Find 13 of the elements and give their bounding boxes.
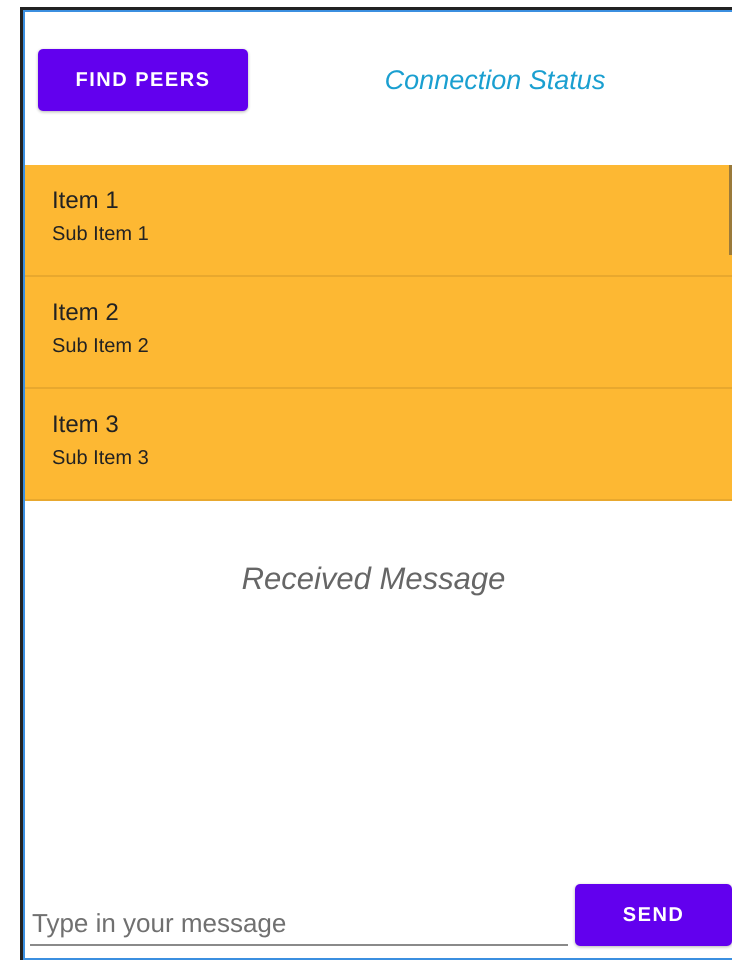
peer-title: Item 1 xyxy=(52,187,120,215)
peer-title: Item 3 xyxy=(52,411,120,439)
received-message: Received Message xyxy=(242,561,506,597)
peer-item[interactable]: Item 3 Sub Item 3 xyxy=(25,389,732,501)
connection-status: Connection Status xyxy=(384,64,606,96)
message-field[interactable]: Type in your message xyxy=(30,904,568,946)
peer-item[interactable]: Item 2 Sub Item 2 xyxy=(25,277,732,389)
peer-subtitle: Sub Item 2 xyxy=(52,335,150,358)
send-button[interactable]: SEND xyxy=(575,884,732,946)
peer-subtitle: Sub Item 1 xyxy=(52,223,150,246)
find-peers-button[interactable]: FIND PEERS xyxy=(38,49,248,111)
peer-title: Item 2 xyxy=(52,299,120,327)
peer-subtitle: Sub Item 3 xyxy=(52,447,150,470)
